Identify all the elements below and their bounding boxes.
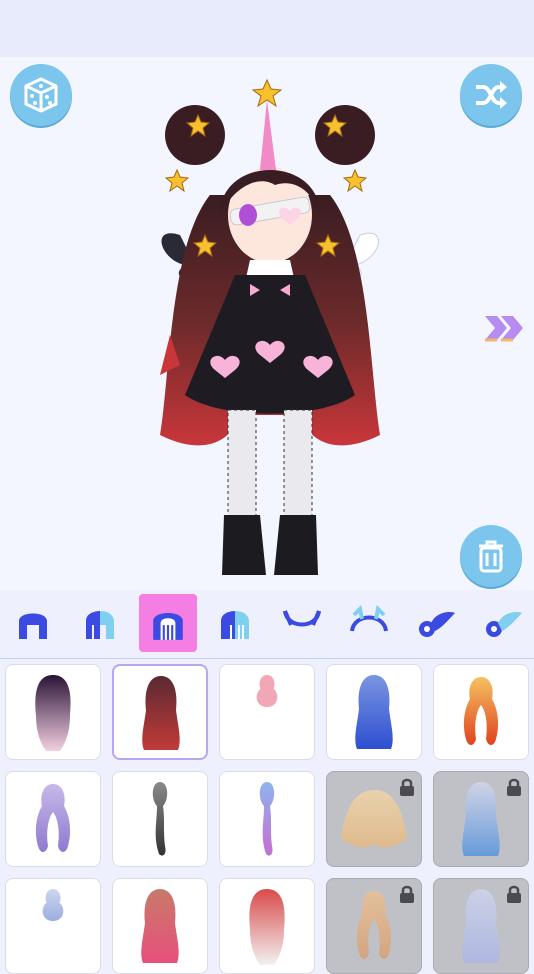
hair-back-icon: [153, 612, 183, 640]
tab-wings[interactable]: [407, 594, 465, 652]
hair-item[interactable]: [326, 664, 422, 760]
hair-item[interactable]: [326, 878, 422, 974]
shuffle-button[interactable]: [460, 64, 522, 126]
hair-item[interactable]: [112, 664, 208, 760]
hair-item[interactable]: [326, 771, 422, 867]
lock-icon: [400, 778, 414, 796]
horns-icon: [283, 610, 321, 627]
hair-front-icon: [19, 613, 47, 639]
hair-thumbnail: [256, 675, 278, 707]
wings-icon: [419, 612, 455, 637]
dice-icon: [24, 77, 58, 113]
lock-icon: [507, 885, 521, 903]
hair-item[interactable]: [5, 664, 101, 760]
tab-horns-color[interactable]: [340, 594, 398, 652]
next-page-button[interactable]: [480, 308, 528, 348]
tab-hair-back[interactable]: [139, 594, 197, 652]
hair-item[interactable]: [219, 878, 315, 974]
hair-item[interactable]: [5, 771, 101, 867]
hair-item[interactable]: [219, 771, 315, 867]
wings-color-icon: [486, 612, 522, 637]
hair-item[interactable]: [433, 878, 529, 974]
tab-hair-front-color[interactable]: [71, 594, 129, 652]
status-bar: [0, 0, 534, 57]
hair-item[interactable]: [112, 878, 208, 974]
hair-thumbnail: [152, 782, 168, 856]
hair-thumbnail: [141, 889, 179, 963]
hair-thumbnail: [259, 782, 275, 856]
hair-thumbnail: [35, 784, 71, 852]
horns-color-icon: [350, 605, 388, 632]
tab-horns[interactable]: [273, 594, 331, 652]
hair-back-color-icon: [221, 611, 249, 639]
tab-wings-color[interactable]: [474, 594, 532, 652]
lock-icon: [400, 885, 414, 903]
lock-icon: [507, 778, 521, 796]
random-button[interactable]: [10, 64, 72, 126]
hair-front-color-icon: [86, 611, 114, 639]
hair-item[interactable]: [219, 664, 315, 760]
hair-thumbnail: [463, 677, 499, 745]
hair-item[interactable]: [433, 771, 529, 867]
shuffle-icon: [476, 81, 507, 109]
tab-hair-front[interactable]: [4, 594, 62, 652]
hair-item[interactable]: [433, 664, 529, 760]
hair-item[interactable]: [112, 771, 208, 867]
category-tabs: [0, 590, 534, 659]
trash-icon: [479, 540, 503, 573]
hair-thumbnail: [142, 676, 180, 750]
hair-item[interactable]: [5, 878, 101, 974]
hair-thumbnail: [249, 889, 285, 965]
avatar-character: [160, 78, 380, 575]
delete-button[interactable]: [460, 525, 522, 587]
hair-thumbnail: [355, 675, 393, 749]
hair-thumbnail: [42, 889, 64, 921]
item-grid: [0, 659, 534, 974]
hair-thumbnail: [35, 675, 71, 751]
tab-hair-back-color[interactable]: [206, 594, 264, 652]
